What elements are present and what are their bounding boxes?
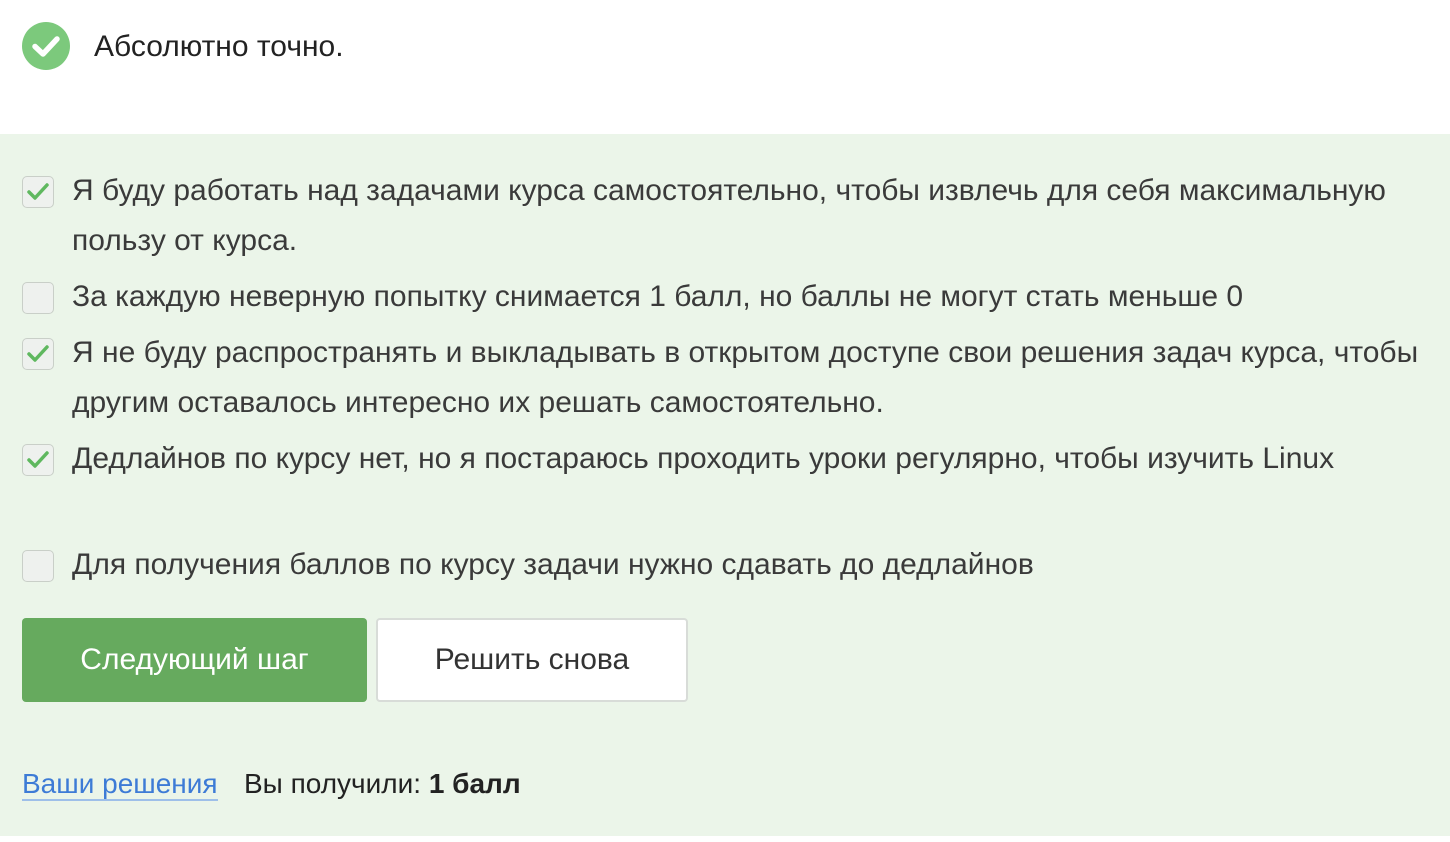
result-message: Абсолютно точно. — [94, 30, 344, 63]
option-label: Для получения баллов по курсу задачи нуж… — [72, 548, 1034, 581]
quiz-panel: Я буду работать над задачами курса самос… — [0, 134, 1450, 836]
checkbox-unchecked[interactable] — [22, 282, 54, 314]
score-value: 1 балл — [428, 768, 521, 799]
checkmark-icon — [27, 345, 49, 362]
option-label: Я буду работать над задачами курса самос… — [72, 174, 1386, 257]
your-solutions-link[interactable]: Ваши решения — [22, 768, 218, 801]
result-header: Абсолютно точно. — [0, 0, 1450, 134]
option-label: Я не буду распространять и выкладывать в… — [72, 336, 1419, 419]
option-label: За каждую неверную попытку снимается 1 б… — [72, 280, 1244, 313]
option-label: Дедлайнов по курсу нет, но я постараюсь … — [72, 442, 1335, 475]
checkbox-checked[interactable] — [22, 338, 54, 370]
checkbox-unchecked[interactable] — [22, 550, 54, 582]
checkmark-icon — [27, 183, 49, 200]
check-circle-icon — [22, 22, 70, 70]
checkbox-checked[interactable] — [22, 176, 54, 208]
score-summary: Вы получили: 1 балл — [244, 766, 521, 802]
solve-again-button[interactable]: Решить снова — [376, 618, 688, 702]
checkbox-checked[interactable] — [22, 444, 54, 476]
checkmark-icon — [27, 451, 49, 468]
score-prefix: Вы получили: — [244, 768, 422, 799]
submission-footer: Ваши решения Вы получили: 1 балл — [22, 766, 521, 802]
next-step-button[interactable]: Следующий шаг — [22, 618, 367, 702]
